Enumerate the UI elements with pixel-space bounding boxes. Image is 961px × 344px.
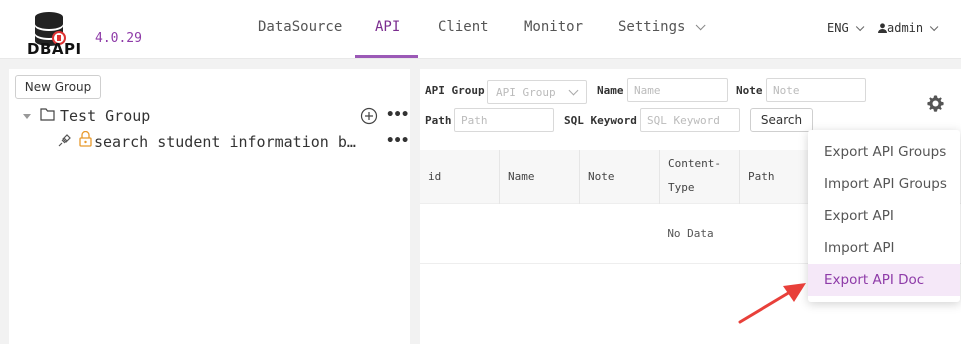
api-group-select[interactable]: API Group: [487, 80, 587, 104]
nav-active-indicator: [355, 55, 418, 58]
new-group-button[interactable]: New Group: [15, 75, 101, 99]
nav-datasource[interactable]: DataSource: [258, 19, 342, 35]
path-input[interactable]: [454, 108, 554, 132]
chevron-down-icon: [930, 22, 939, 32]
api-group-placeholder: API Group: [496, 86, 556, 99]
lock-icon: [79, 131, 92, 147]
menu-import-api[interactable]: Import API: [808, 232, 960, 264]
logo-text: DBAPI: [27, 40, 82, 58]
nav-client[interactable]: Client: [438, 19, 489, 35]
chevron-down-icon: [855, 22, 865, 32]
name-input[interactable]: [627, 78, 728, 102]
settings-dropdown-menu: Export API Groups Import API Groups Expo…: [808, 130, 960, 302]
menu-import-api-groups[interactable]: Import API Groups: [808, 168, 960, 200]
search-button[interactable]: Search: [750, 108, 813, 132]
nav-api[interactable]: API: [375, 19, 400, 35]
version-label: 4.0.29: [95, 31, 142, 46]
user-menu[interactable]: admin: [878, 21, 939, 35]
add-circle-icon[interactable]: [360, 107, 378, 125]
folder-icon: [40, 108, 55, 121]
top-header: DBAPI 4.0.29 DataSource API Client Monit…: [0, 0, 961, 59]
note-input[interactable]: [766, 78, 866, 102]
menu-export-api-groups[interactable]: Export API Groups: [808, 136, 960, 168]
column-header-note[interactable]: Note: [580, 150, 660, 204]
tree-group-name[interactable]: Test Group: [60, 107, 150, 125]
more-options-icon[interactable]: •••: [386, 133, 409, 149]
language-label: ENG: [827, 21, 849, 35]
nav-settings-label: Settings: [618, 19, 686, 35]
menu-export-api[interactable]: Export API: [808, 200, 960, 232]
menu-export-api-doc[interactable]: Export API Doc: [808, 264, 960, 296]
nav-settings[interactable]: Settings: [618, 19, 707, 35]
sql-keyword-input[interactable]: [640, 108, 740, 132]
column-header-name[interactable]: Name: [500, 150, 580, 204]
username: admin: [887, 21, 924, 35]
more-options-icon[interactable]: •••: [386, 107, 409, 123]
note-label: Note: [736, 84, 763, 97]
chevron-down-icon: [568, 85, 579, 96]
column-header-content-type[interactable]: Content- Type: [660, 150, 740, 204]
caret-down-icon[interactable]: [23, 114, 31, 119]
column-header-id[interactable]: id: [420, 150, 500, 204]
annotation-arrow-icon: [738, 283, 806, 324]
nav-monitor[interactable]: Monitor: [524, 19, 583, 35]
api-tree-panel: New Group Test Group ••• search student …: [9, 69, 410, 344]
plug-icon: [58, 134, 71, 147]
chevron-down-icon: [696, 20, 707, 31]
gear-icon[interactable]: [926, 94, 945, 113]
language-selector[interactable]: ENG: [827, 21, 865, 35]
api-group-label: API Group: [425, 84, 485, 97]
sql-keyword-label: SQL Keyword: [564, 114, 637, 127]
user-icon: [878, 23, 887, 33]
name-label: Name: [597, 84, 624, 97]
path-label: Path: [425, 114, 452, 127]
tree-api-item[interactable]: search student information b…: [94, 133, 356, 151]
